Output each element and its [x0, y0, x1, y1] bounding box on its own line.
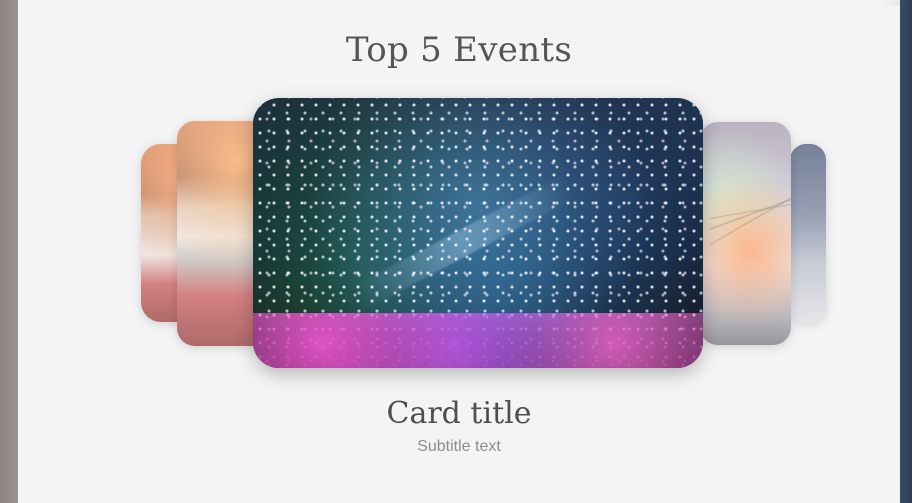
- crowd-silhouette: [253, 313, 703, 368]
- card-dim-overlay: [700, 122, 791, 345]
- carousel-card-center[interactable]: [253, 98, 703, 368]
- active-card-subtitle: Subtitle text: [417, 438, 501, 455]
- app-frame: Top 5 Events Card title Subtitle text: [0, 0, 912, 503]
- card-dim-overlay: [790, 144, 826, 323]
- carousel-card-right-far[interactable]: [790, 144, 826, 323]
- page-title: Top 5 Events: [345, 30, 573, 70]
- carousel-card-right[interactable]: [700, 122, 791, 345]
- active-card-title: Card title: [386, 396, 532, 431]
- main-panel: Top 5 Events Card title Subtitle text: [18, 6, 900, 503]
